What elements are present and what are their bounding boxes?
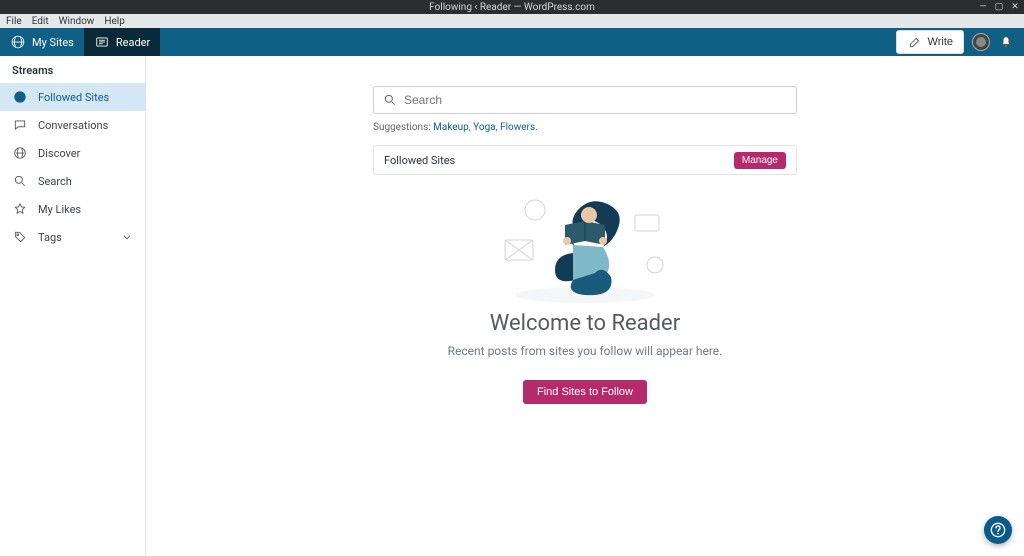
- find-sites-button[interactable]: Find Sites to Follow: [523, 380, 647, 404]
- compose-icon: [907, 34, 923, 50]
- main-content: Suggestions: Makeup, Yoga, Flowers. Foll…: [146, 56, 1024, 556]
- masterbar-reader-label: Reader: [116, 36, 150, 49]
- sidebar: Streams Followed Sites Conversations Dis…: [0, 56, 146, 556]
- bell-icon[interactable]: [998, 34, 1014, 50]
- masterbar-reader[interactable]: Reader: [84, 28, 160, 56]
- reader-illustration: [485, 185, 685, 305]
- sidebar-item-label: Tags: [38, 231, 62, 244]
- close-icon[interactable]: ✕: [1010, 2, 1020, 12]
- maximize-icon[interactable]: ▢: [994, 2, 1004, 12]
- chevron-down-icon: [119, 229, 135, 245]
- hero-subtitle: Recent posts from sites you follow will …: [448, 344, 723, 358]
- menu-edit[interactable]: Edit: [32, 16, 49, 27]
- os-title-bar: Following ‹ Reader — WordPress.com — ▢ ✕: [0, 0, 1024, 14]
- followed-sites-title: Followed Sites: [384, 154, 455, 167]
- write-button-label: Write: [928, 36, 953, 48]
- app-menubar: File Edit Window Help: [0, 14, 1024, 28]
- search-box[interactable]: [373, 86, 797, 114]
- wp-logo-icon: [10, 34, 26, 50]
- reader-icon: [94, 34, 110, 50]
- suggestion-link[interactable]: Makeup: [433, 122, 469, 133]
- menu-file[interactable]: File: [6, 16, 22, 27]
- sidebar-item-label: Followed Sites: [38, 91, 109, 104]
- sidebar-item-followed-sites[interactable]: Followed Sites: [0, 83, 145, 111]
- star-icon: [12, 201, 28, 217]
- sidebar-header: Streams: [0, 56, 145, 83]
- suggestion-link[interactable]: Yoga: [473, 122, 495, 133]
- sidebar-item-label: Search: [38, 175, 72, 188]
- sidebar-item-search[interactable]: Search: [0, 167, 145, 195]
- tag-icon: [12, 229, 28, 245]
- sidebar-item-conversations[interactable]: Conversations: [0, 111, 145, 139]
- menu-window[interactable]: Window: [59, 16, 95, 27]
- help-fab[interactable]: [984, 516, 1012, 544]
- suggestions-label: Suggestions:: [373, 122, 431, 133]
- chat-icon: [12, 117, 28, 133]
- search-input[interactable]: [404, 93, 788, 107]
- search-icon: [12, 173, 28, 189]
- masterbar-my-sites[interactable]: My Sites: [0, 28, 84, 56]
- sidebar-item-label: Discover: [38, 147, 80, 160]
- suggestion-link[interactable]: Flowers: [500, 122, 535, 133]
- wp-icon: [12, 145, 28, 161]
- menu-help[interactable]: Help: [104, 16, 124, 27]
- manage-button[interactable]: Manage: [734, 152, 786, 169]
- window-title: Following ‹ Reader — WordPress.com: [429, 2, 595, 13]
- hero-title: Welcome to Reader: [490, 311, 680, 336]
- sidebar-item-my-likes[interactable]: My Likes: [0, 195, 145, 223]
- followed-sites-panel: Followed Sites Manage: [373, 145, 797, 175]
- sidebar-item-tags[interactable]: Tags: [0, 223, 145, 251]
- minimize-icon[interactable]: —: [978, 2, 988, 12]
- masterbar-my-sites-label: My Sites: [32, 36, 74, 49]
- sidebar-item-discover[interactable]: Discover: [0, 139, 145, 167]
- sidebar-item-label: My Likes: [38, 203, 81, 216]
- avatar[interactable]: [972, 33, 990, 51]
- hero-empty-state: Welcome to Reader Recent posts from site…: [373, 185, 797, 404]
- check-circle-icon: [12, 89, 28, 105]
- suggestions: Suggestions: Makeup, Yoga, Flowers.: [373, 122, 797, 133]
- masterbar: My Sites Reader Write: [0, 28, 1024, 56]
- search-icon: [382, 92, 398, 108]
- write-button[interactable]: Write: [896, 30, 964, 54]
- sidebar-item-label: Conversations: [38, 119, 108, 132]
